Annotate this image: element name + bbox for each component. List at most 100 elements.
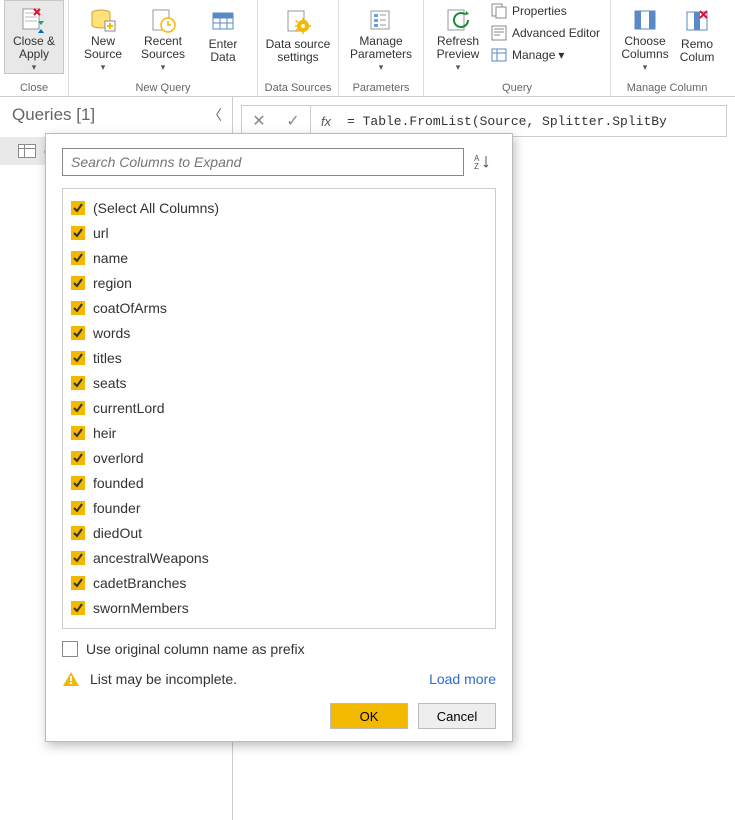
column-item-label: name — [93, 250, 128, 266]
column-checkbox-item[interactable]: heir — [71, 420, 487, 445]
columns-list: (Select All Columns) url name region coatOfA… — [62, 188, 496, 629]
column-checkbox-item[interactable]: founder — [71, 495, 487, 520]
load-more-link[interactable]: Load more — [429, 671, 496, 687]
fx-icon[interactable]: fx — [311, 114, 341, 129]
close-apply-icon — [19, 5, 49, 35]
advanced-editor-button[interactable]: Advanced Editor — [490, 22, 600, 44]
checkbox-checked-icon[interactable] — [71, 576, 85, 590]
column-checkbox-item[interactable]: name — [71, 245, 487, 270]
checkbox-checked-icon[interactable] — [71, 601, 85, 615]
remove-columns-button[interactable]: Remo Colum — [675, 0, 719, 74]
manage-button[interactable]: Manage ▾ — [490, 44, 600, 66]
column-item-label: region — [93, 275, 132, 291]
column-item-label: titles — [93, 350, 122, 366]
refresh-icon — [444, 4, 472, 35]
column-item-label: overlord — [93, 450, 144, 466]
column-item-label: ancestralWeapons — [93, 550, 209, 566]
checkbox-checked-icon[interactable] — [71, 551, 85, 565]
properties-icon — [490, 3, 508, 19]
column-checkbox-item[interactable]: founded — [71, 470, 487, 495]
remove-columns-icon — [683, 4, 711, 38]
column-checkbox-item[interactable]: url — [71, 220, 487, 245]
column-checkbox-item[interactable]: ancestralWeapons — [71, 545, 487, 570]
column-item-label: coatOfArms — [93, 300, 167, 316]
checkbox-checked-icon[interactable] — [71, 426, 85, 440]
column-checkbox-item[interactable]: words — [71, 320, 487, 345]
warning-text: List may be incomplete. — [90, 671, 237, 687]
column-checkbox-item[interactable]: titles — [71, 345, 487, 370]
checkbox-checked-icon[interactable] — [71, 301, 85, 315]
column-item-label: diedOut — [93, 525, 142, 541]
checkbox-checked-icon[interactable] — [71, 351, 85, 365]
checkbox-checked-icon[interactable] — [71, 401, 85, 415]
column-checkbox-item[interactable]: seats — [71, 370, 487, 395]
enter-data-button[interactable]: Enter Data — [193, 0, 253, 74]
expand-columns-popup: AZ (Select All Columns) url name region coat… — [45, 133, 513, 742]
column-item-label: founder — [93, 500, 140, 516]
data-source-settings-button[interactable]: Data source settings — [262, 0, 334, 74]
column-checkbox-item[interactable]: coatOfArms — [71, 295, 487, 320]
prefix-label: Use original column name as prefix — [86, 641, 305, 657]
column-item-label: swornMembers — [93, 600, 189, 616]
column-checkbox-item[interactable]: cadetBranches — [71, 570, 487, 595]
group-label-new-query: New Query — [135, 82, 190, 96]
sort-az-button[interactable]: AZ — [470, 148, 496, 176]
column-checkbox-item[interactable]: (Select All Columns) — [71, 195, 487, 220]
checkbox-checked-icon[interactable] — [71, 276, 85, 290]
properties-button[interactable]: Properties — [490, 0, 600, 22]
column-item-label: cadetBranches — [93, 575, 186, 591]
manage-parameters-icon — [367, 4, 395, 35]
checkbox-checked-icon[interactable] — [71, 526, 85, 540]
cancel-button[interactable]: Cancel — [418, 703, 496, 729]
manage-parameters-button[interactable]: Manage Parameters▾ — [343, 0, 419, 74]
column-checkbox-item[interactable]: swornMembers — [71, 595, 487, 620]
checkbox-checked-icon[interactable] — [71, 451, 85, 465]
data-source-settings-icon — [284, 4, 312, 38]
manage-icon — [490, 47, 508, 63]
warning-icon — [62, 671, 80, 687]
enter-data-icon — [209, 4, 237, 38]
column-item-label: url — [93, 225, 109, 241]
ribbon: Close & Apply▾ Close New Source▾ Recent … — [0, 0, 735, 97]
group-label-parameters: Parameters — [353, 82, 410, 96]
checkbox-checked-icon[interactable] — [71, 201, 85, 215]
group-label-manage-columns: Manage Column — [627, 82, 708, 96]
column-item-label: heir — [93, 425, 116, 441]
checkbox-checked-icon[interactable] — [71, 226, 85, 240]
column-checkbox-item[interactable]: currentLord — [71, 395, 487, 420]
close-apply-button[interactable]: Close & Apply▾ — [4, 0, 64, 74]
checkbox-checked-icon[interactable] — [71, 376, 85, 390]
choose-columns-button[interactable]: Choose Columns▾ — [615, 0, 675, 74]
ok-button[interactable]: OK — [330, 703, 408, 729]
group-label-query: Query — [502, 82, 532, 96]
cancel-formula-icon[interactable]: ✕ — [242, 106, 276, 136]
checkbox-checked-icon[interactable] — [71, 501, 85, 515]
table-icon — [18, 144, 36, 158]
new-source-button[interactable]: New Source▾ — [73, 0, 133, 74]
column-item-label: founded — [93, 475, 144, 491]
checkbox-checked-icon[interactable] — [71, 476, 85, 490]
queries-header: Queries [1] — [12, 105, 95, 125]
column-item-label: words — [93, 325, 130, 341]
column-item-label: (Select All Columns) — [93, 200, 219, 216]
column-checkbox-item[interactable]: overlord — [71, 445, 487, 470]
search-columns-input[interactable] — [62, 148, 464, 176]
column-checkbox-item[interactable]: diedOut — [71, 520, 487, 545]
checkbox-checked-icon[interactable] — [71, 251, 85, 265]
formula-text[interactable]: = Table.FromList(Source, Splitter.SplitB… — [341, 114, 726, 129]
advanced-editor-icon — [490, 25, 508, 41]
collapse-pane-icon[interactable]: 〈 — [208, 105, 222, 125]
prefix-checkbox[interactable] — [62, 641, 78, 657]
checkbox-checked-icon[interactable] — [71, 326, 85, 340]
recent-sources-icon — [149, 4, 177, 35]
group-label-close: Close — [20, 82, 48, 96]
column-checkbox-item[interactable]: region — [71, 270, 487, 295]
refresh-preview-button[interactable]: Refresh Preview▾ — [428, 0, 488, 74]
svg-text:Z: Z — [474, 162, 479, 171]
accept-formula-icon[interactable]: ✓ — [276, 106, 311, 136]
column-item-label: seats — [93, 375, 126, 391]
choose-columns-icon — [631, 4, 659, 35]
recent-sources-button[interactable]: Recent Sources▾ — [133, 0, 193, 74]
group-label-data-sources: Data Sources — [265, 82, 332, 96]
column-item-label: currentLord — [93, 400, 165, 416]
